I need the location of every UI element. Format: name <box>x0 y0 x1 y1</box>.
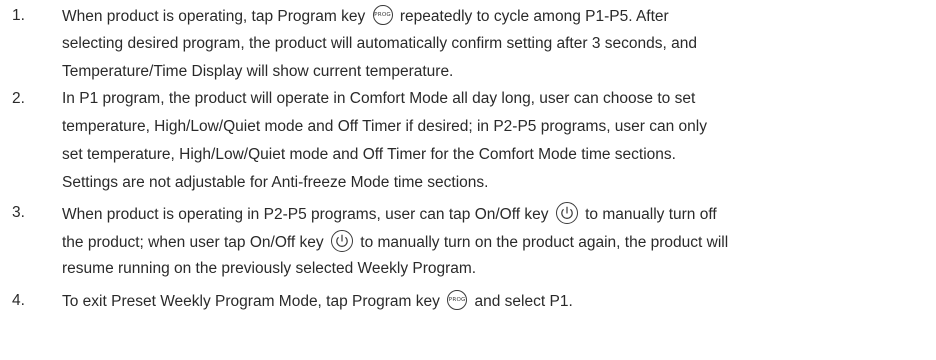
instruction-document: 1. When product is operating, tap Progra… <box>0 0 936 360</box>
step-line: Temperature/Time Display will show curre… <box>62 63 454 80</box>
step-line: temperature, High/Low/Quiet mode and Off… <box>62 118 707 135</box>
power-symbol-icon <box>561 206 573 219</box>
power-symbol-icon <box>336 234 348 247</box>
step-text: When product is operating, tap Program k… <box>62 8 366 26</box>
step-number: 2. <box>12 90 25 107</box>
step-line: Settings are not adjustable for Anti-fre… <box>62 174 489 191</box>
step-text: When product is operating in P2-P5 progr… <box>62 206 549 224</box>
step-number: 1. <box>12 7 25 24</box>
step-line: When product is operating, tap Program k… <box>62 5 669 27</box>
step-text: the product; when user tap On/Off key <box>62 234 324 252</box>
step-text: to manually turn on the product again, t… <box>360 234 729 252</box>
step-line: selecting desired program, the product w… <box>62 35 697 52</box>
step-line: To exit Preset Weekly Program Mode, tap … <box>62 290 573 312</box>
step-line: set temperature, High/Low/Quiet mode and… <box>62 146 676 163</box>
step-line: In P1 program, the product will operate … <box>62 90 696 107</box>
step-line: resume running on the previously selecte… <box>62 260 477 277</box>
step-text: and select P1. <box>474 293 573 311</box>
program-key-icon: PROG <box>372 5 393 25</box>
step-text: to manually turn off <box>585 206 717 224</box>
step-text: repeatedly to cycle among P1-P5. After <box>399 8 669 26</box>
step-number: 4. <box>12 292 25 309</box>
program-key-icon: PROG <box>447 290 468 310</box>
step-text: To exit Preset Weekly Program Mode, tap … <box>62 293 440 311</box>
step-line: the product; when user tap On/Off key to… <box>62 230 729 254</box>
step-number: 3. <box>12 204 25 221</box>
power-key-icon <box>555 202 578 224</box>
power-key-icon <box>330 230 353 252</box>
step-line: When product is operating in P2-P5 progr… <box>62 202 717 226</box>
